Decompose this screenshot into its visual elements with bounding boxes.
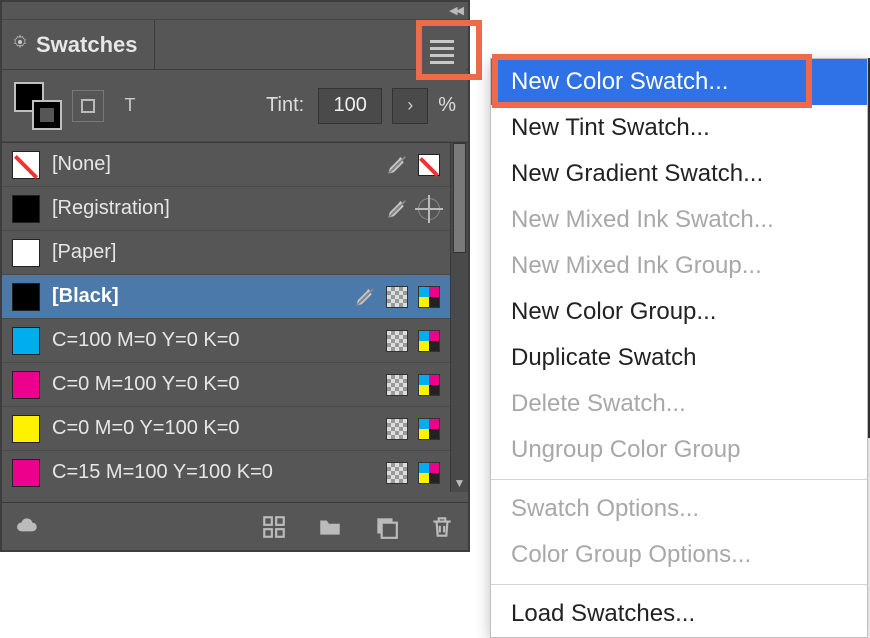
menu-item[interactable]: New Color Group... bbox=[491, 289, 867, 335]
swatch-label: C=0 M=100 Y=0 K=0 bbox=[52, 373, 240, 396]
scroll-thumb[interactable] bbox=[453, 143, 466, 253]
menu-separator bbox=[491, 479, 867, 480]
global-swatch-icon bbox=[386, 418, 408, 440]
swatch-label: [Black] bbox=[52, 285, 119, 308]
tint-flyout-button[interactable]: › bbox=[392, 88, 428, 124]
panel-topbar: ◀◀ bbox=[2, 2, 468, 20]
swatch-list: [None] [Registration] [Paper] [Black] C=100 … bbox=[2, 142, 468, 492]
swatch-row-icons bbox=[386, 330, 458, 352]
swatch-row-icons bbox=[386, 462, 458, 484]
cmyk-mode-icon bbox=[418, 286, 440, 308]
panel-tab-bar: Swatches bbox=[2, 20, 468, 70]
swatch-row-icons bbox=[386, 418, 458, 440]
collapse-icon[interactable]: ◀◀ bbox=[449, 4, 462, 17]
cmyk-mode-icon bbox=[418, 330, 440, 352]
non-editable-icon bbox=[386, 198, 408, 220]
swatch-controls: T Tint: 100 › % bbox=[2, 70, 468, 142]
swatch-chip bbox=[12, 371, 40, 399]
swatch-row[interactable]: C=15 M=100 Y=100 K=0 bbox=[2, 451, 468, 492]
tab-label: Swatches bbox=[36, 32, 138, 58]
delete-icon[interactable] bbox=[428, 513, 456, 541]
swatch-chip bbox=[12, 151, 40, 179]
tint-unit: % bbox=[438, 94, 456, 117]
swatch-chip bbox=[12, 195, 40, 223]
menu-item[interactable]: Load Swatches... bbox=[491, 591, 867, 637]
registration-icon bbox=[418, 198, 440, 220]
hamburger-icon bbox=[430, 40, 454, 64]
non-editable-icon bbox=[354, 286, 376, 308]
non-editable-icon bbox=[386, 154, 408, 176]
swatch-row-icons bbox=[386, 154, 458, 176]
panel-menu-button[interactable] bbox=[418, 30, 466, 74]
swatch-row[interactable]: [None] bbox=[2, 143, 468, 187]
menu-item[interactable]: New Color Swatch... bbox=[491, 59, 867, 105]
panel-footer bbox=[2, 502, 468, 550]
scroll-down-icon[interactable]: ▼ bbox=[451, 474, 468, 492]
menu-item: New Mixed Ink Swatch... bbox=[491, 197, 867, 243]
new-group-icon[interactable] bbox=[316, 513, 344, 541]
panel-context-menu: New Color Swatch...New Tint Swatch...New… bbox=[490, 58, 868, 638]
fill-stroke-proxy[interactable] bbox=[14, 82, 62, 130]
swatch-chip bbox=[12, 239, 40, 267]
menu-item: Ungroup Color Group bbox=[491, 427, 867, 473]
swatch-row[interactable]: [Registration] bbox=[2, 187, 468, 231]
swatch-chip bbox=[12, 459, 40, 487]
cmyk-mode-icon bbox=[418, 462, 440, 484]
swatch-label: [None] bbox=[52, 153, 111, 176]
menu-item: Delete Swatch... bbox=[491, 381, 867, 427]
scrollbar[interactable]: ▼ bbox=[450, 143, 468, 492]
menu-item: Color Group Options... bbox=[491, 532, 867, 578]
menu-item[interactable]: New Gradient Swatch... bbox=[491, 151, 867, 197]
swatch-label: [Registration] bbox=[52, 197, 170, 220]
tint-label: Tint: bbox=[266, 94, 304, 117]
swatch-row[interactable]: C=0 M=0 Y=100 K=0 bbox=[2, 407, 468, 451]
cc-libraries-icon[interactable] bbox=[14, 513, 42, 541]
menu-item[interactable]: New Tint Swatch... bbox=[491, 105, 867, 151]
stroke-chip[interactable] bbox=[32, 100, 62, 130]
menu-item: New Mixed Ink Group... bbox=[491, 243, 867, 289]
swatch-chip bbox=[12, 327, 40, 355]
global-swatch-icon bbox=[386, 462, 408, 484]
swatch-row-icons bbox=[386, 198, 458, 220]
swatch-row[interactable]: C=100 M=0 Y=0 K=0 bbox=[2, 319, 468, 363]
swatch-row[interactable]: C=0 M=100 Y=0 K=0 bbox=[2, 363, 468, 407]
swatch-label: C=15 M=100 Y=100 K=0 bbox=[52, 461, 273, 484]
formatting-text-toggle[interactable]: T bbox=[114, 90, 146, 122]
menu-item[interactable]: Duplicate Swatch bbox=[491, 335, 867, 381]
cmyk-mode-icon bbox=[418, 418, 440, 440]
none-mode-icon bbox=[418, 154, 440, 176]
global-swatch-icon bbox=[386, 286, 408, 308]
new-swatch-icon[interactable] bbox=[372, 513, 400, 541]
swatch-row-icons bbox=[354, 286, 458, 308]
swatches-panel: ◀◀ Swatches T Tint: 100 › % [None] [Regis… bbox=[0, 0, 470, 552]
tab-swatches[interactable]: Swatches bbox=[2, 20, 155, 69]
swatch-label: C=0 M=0 Y=100 K=0 bbox=[52, 417, 240, 440]
swatch-chip bbox=[12, 283, 40, 311]
menu-separator bbox=[491, 584, 867, 585]
formatting-container-toggle[interactable] bbox=[72, 90, 104, 122]
swatch-chip bbox=[12, 415, 40, 443]
global-swatch-icon bbox=[386, 374, 408, 396]
global-swatch-icon bbox=[386, 330, 408, 352]
cmyk-mode-icon bbox=[418, 374, 440, 396]
menu-item: Swatch Options... bbox=[491, 486, 867, 532]
gear-icon bbox=[12, 34, 28, 55]
swatch-view-icon[interactable] bbox=[260, 513, 288, 541]
tint-input[interactable]: 100 bbox=[318, 88, 382, 124]
swatch-row-icons bbox=[386, 374, 458, 396]
swatch-row[interactable]: [Paper] bbox=[2, 231, 468, 275]
swatch-row[interactable]: [Black] bbox=[2, 275, 468, 319]
swatch-label: C=100 M=0 Y=0 K=0 bbox=[52, 329, 240, 352]
swatch-label: [Paper] bbox=[52, 241, 116, 264]
